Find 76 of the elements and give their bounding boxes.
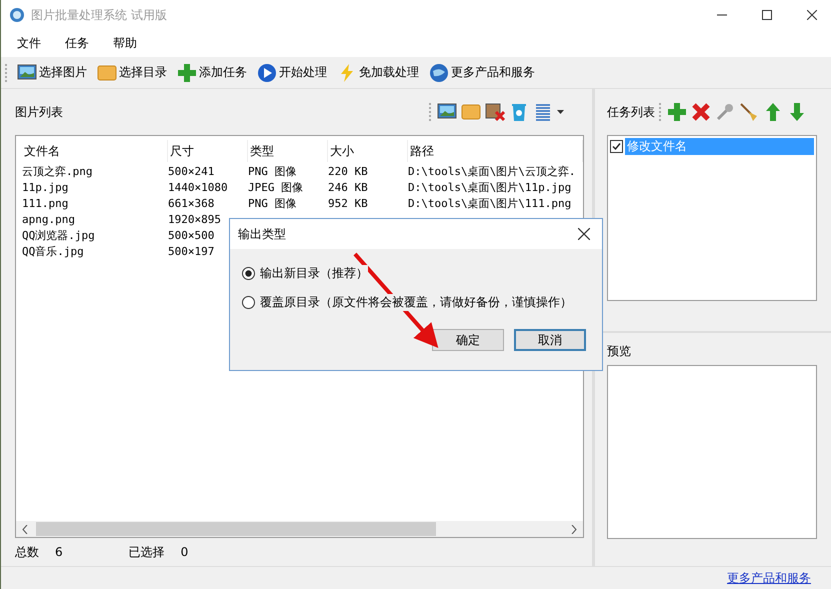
- table-cell: 500×241: [168, 164, 214, 180]
- window-title: 图片批量处理系统 试用版: [31, 6, 167, 24]
- broom-icon[interactable]: [739, 102, 759, 122]
- scroll-right-icon[interactable]: [571, 524, 577, 534]
- selected-count: 0: [180, 545, 188, 559]
- recycle-bin-icon[interactable]: [509, 102, 529, 122]
- table-cell: 246 KB: [328, 180, 368, 196]
- table-cell: PNG 图像: [248, 196, 296, 212]
- toolbar-button[interactable]: 免加载处理: [335, 62, 421, 82]
- app-icon: [9, 7, 25, 23]
- table-cell: 11p.jpg: [22, 180, 68, 196]
- toolbar-grip: [659, 103, 663, 121]
- panel-title: 图片列表: [15, 104, 63, 120]
- column-header[interactable]: 路径: [408, 140, 583, 162]
- table-cell: 500×500: [168, 228, 214, 244]
- picture-delete-icon[interactable]: [485, 102, 505, 122]
- toolbar-button[interactable]: 开始处理: [255, 62, 329, 82]
- radio-button[interactable]: [242, 296, 255, 309]
- panel-title: 预览: [607, 343, 632, 360]
- horizontal-scrollbar[interactable]: [16, 521, 583, 537]
- toolbar-button[interactable]: 更多产品和服务: [427, 62, 537, 82]
- plus-icon: [177, 62, 197, 82]
- toolbar-grip: [429, 103, 433, 121]
- table-cell: apng.png: [22, 212, 75, 228]
- table-cell: 1920×895: [168, 212, 221, 228]
- table-cell: QQ音乐.jpg: [22, 244, 84, 260]
- total-count: 6: [55, 545, 63, 559]
- plus-icon[interactable]: [667, 102, 687, 122]
- ok-button[interactable]: 确定: [432, 329, 504, 351]
- scrollbar-thumb[interactable]: [36, 522, 436, 536]
- menu-item[interactable]: 任务: [65, 35, 89, 52]
- toolbar-button[interactable]: 选择图片: [15, 62, 89, 82]
- menu-item[interactable]: 帮助: [113, 35, 137, 52]
- toolbar-button[interactable]: 添加任务: [175, 62, 249, 82]
- toolbar-grip: [5, 64, 9, 82]
- column-header[interactable]: 类型: [248, 140, 328, 162]
- table-cell: 1440×1080: [168, 180, 228, 196]
- up-arrow-icon[interactable]: [763, 102, 783, 122]
- panel-title: 任务列表: [607, 104, 655, 120]
- table-cell: 500×197: [168, 244, 214, 260]
- close-icon[interactable]: [578, 228, 590, 240]
- table-cell: 111.png: [22, 196, 68, 212]
- table-cell: PNG 图像: [248, 164, 296, 180]
- table-cell: QQ浏览器.jpg: [22, 228, 95, 244]
- checkbox[interactable]: [610, 140, 623, 153]
- play-icon: [257, 62, 277, 82]
- selected-label: 已选择: [128, 544, 165, 560]
- cancel-button[interactable]: 取消: [514, 329, 586, 351]
- down-arrow-icon[interactable]: [787, 102, 807, 122]
- toolbar-button[interactable]: 选择目录: [95, 62, 169, 82]
- close-icon[interactable]: [807, 10, 817, 20]
- maximize-icon[interactable]: [762, 10, 772, 20]
- table-cell: JPEG 图像: [248, 180, 304, 196]
- dialog-title: 输出类型: [238, 226, 286, 242]
- table-cell: 661×368: [168, 196, 214, 212]
- table-cell: 云顶之弈.png: [22, 164, 92, 180]
- scroll-left-icon[interactable]: [22, 524, 28, 534]
- table-cell: D:\tools\桌面\图片\111.png: [408, 196, 572, 212]
- link[interactable]: 更多产品和服务: [727, 570, 811, 586]
- option-label[interactable]: 输出新目录（推荐）: [260, 265, 368, 282]
- table-cell: D:\tools\桌面\图片\11p.jpg: [408, 180, 572, 196]
- table-cell: D:\tools\桌面\图片\云顶之弈.: [408, 164, 576, 180]
- globe-icon: [429, 62, 449, 82]
- radio-button[interactable]: [242, 267, 255, 280]
- dropdown-caret-icon[interactable]: [557, 110, 564, 114]
- column-header[interactable]: 尺寸: [168, 140, 248, 162]
- folder-icon: [97, 62, 117, 82]
- picture-icon: [17, 62, 37, 82]
- table-cell: 952 KB: [328, 196, 368, 212]
- table-cell: 220 KB: [328, 164, 368, 180]
- total-label: 总数: [15, 544, 39, 560]
- menu-item[interactable]: 文件: [17, 35, 41, 52]
- delete-icon[interactable]: [691, 102, 711, 122]
- list-icon[interactable]: [533, 102, 553, 122]
- column-header[interactable]: 大小: [328, 140, 408, 162]
- column-header[interactable]: 文件名: [22, 140, 168, 162]
